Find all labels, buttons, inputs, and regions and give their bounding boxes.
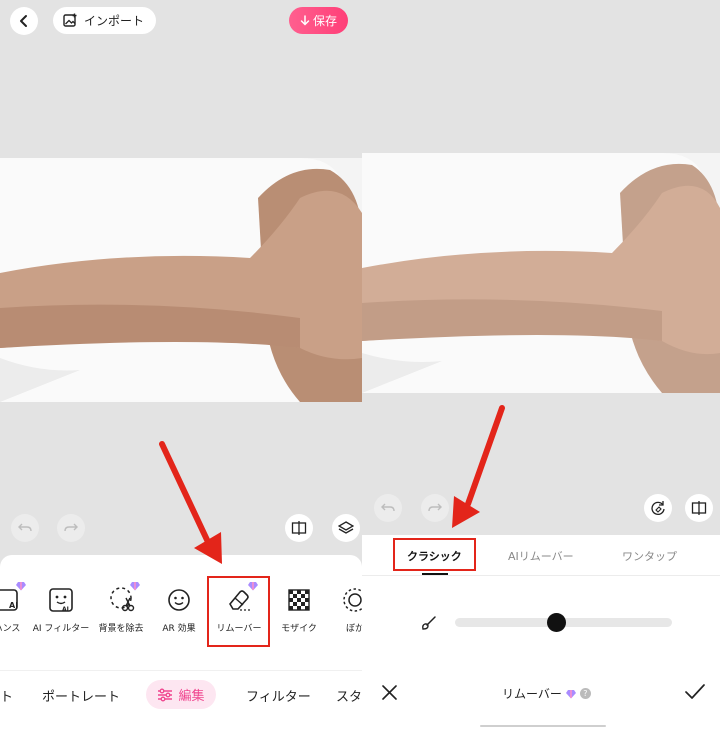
svg-text:AI: AI — [9, 601, 18, 610]
remover-title: リムーバー ? — [502, 685, 591, 702]
premium-gem-icon — [565, 689, 576, 698]
divider — [0, 670, 362, 671]
import-label: インポート — [84, 14, 145, 28]
right-screen: クラシック AIリムーバー ワンタップ リムーバー ? — [362, 0, 720, 729]
redo-button[interactable] — [421, 494, 449, 522]
bottom-nav: ト ポートレート 編集 フィルター スタ — [0, 680, 362, 710]
svg-text:AI: AI — [62, 606, 69, 613]
ai-filter-face-icon: AI — [46, 585, 76, 615]
arm-photo-image — [0, 158, 362, 402]
help-icon[interactable]: ? — [579, 688, 591, 699]
nav-item-prev[interactable]: ト — [0, 686, 13, 705]
tool-ai-filter[interactable]: AI AI フィルター — [32, 585, 90, 634]
compare-icon — [691, 501, 707, 515]
tool-ar-effect[interactable]: AR 効果 — [150, 585, 208, 634]
compare-icon — [291, 521, 307, 535]
layers-button[interactable] — [332, 514, 360, 542]
layers-icon — [338, 520, 354, 534]
sliders-icon — [158, 688, 173, 701]
refresh-eraser-icon — [651, 501, 665, 515]
canvas-photo[interactable] — [362, 153, 720, 393]
brush-icon — [422, 616, 436, 630]
smiley-face-icon — [164, 585, 194, 615]
redo-icon — [64, 523, 78, 532]
tool-label: ぼか — [345, 624, 362, 634]
tool-row: AI ハンス AI AI フィルター 背景を除去 — [0, 582, 362, 675]
import-button[interactable]: インポート — [53, 7, 156, 34]
premium-gem-icon — [16, 582, 26, 591]
classic-highlight-box — [393, 538, 476, 571]
undo-icon — [18, 523, 32, 532]
close-icon[interactable] — [382, 685, 397, 700]
tool-label: ハンス — [0, 624, 21, 634]
image-add-icon — [63, 13, 77, 27]
compare-button[interactable] — [285, 514, 313, 542]
left-screen: インポート 保存 AI ハン — [0, 0, 362, 729]
home-indicator — [480, 725, 606, 727]
remover-title-text: リムーバー — [502, 687, 562, 701]
tool-mosaic[interactable]: モザイク — [270, 585, 328, 634]
redo-button[interactable] — [57, 514, 85, 542]
edit-tools-sheet: AI ハンス AI AI フィルター 背景を除去 — [0, 555, 362, 729]
undo-icon — [381, 503, 395, 512]
tool-label: 背景を除去 — [98, 624, 144, 634]
remover-highlight-box — [207, 576, 270, 647]
auto-detect-button[interactable] — [644, 494, 672, 522]
tool-label: AR 効果 — [162, 624, 196, 634]
red-arrow-pointer — [452, 405, 505, 528]
nav-edit-label: 編集 — [178, 689, 205, 704]
nav-item-filter[interactable]: フィルター — [246, 686, 311, 705]
check-icon[interactable] — [685, 684, 705, 700]
tool-enhance[interactable]: AI ハンス — [0, 582, 36, 634]
ai-enhance-icon: AI — [0, 582, 26, 615]
red-arrow-pointer — [159, 441, 222, 564]
divider — [362, 575, 720, 576]
remover-sheet: クラシック AIリムーバー ワンタップ リムーバー ? — [362, 535, 720, 729]
nav-item-portrait[interactable]: ポートレート — [42, 686, 120, 705]
nav-item-edit[interactable]: 編集 — [146, 680, 216, 709]
canvas-photo[interactable] — [0, 158, 362, 402]
tool-label: モザイク — [281, 624, 317, 634]
nav-item-next[interactable]: スタ — [336, 686, 362, 705]
download-arrow-icon — [300, 15, 310, 26]
tab-one-tap[interactable]: ワンタップ — [622, 548, 677, 564]
back-button[interactable] — [10, 7, 38, 35]
save-label: 保存 — [312, 14, 337, 28]
chevron-left-icon — [20, 15, 27, 27]
tab-ai-remover[interactable]: AIリムーバー — [508, 548, 574, 564]
tool-blur[interactable]: ぼか — [326, 585, 362, 634]
compare-button[interactable] — [685, 494, 713, 522]
arm-photo-image — [362, 153, 720, 393]
redo-icon — [428, 503, 442, 512]
blur-circle-icon — [340, 585, 362, 615]
scissors-cutout-icon — [106, 582, 140, 615]
tool-label: AI フィルター — [32, 624, 90, 634]
undo-button[interactable] — [374, 494, 402, 522]
slider-knob[interactable] — [547, 613, 567, 632]
mosaic-checker-icon — [284, 585, 314, 615]
undo-button[interactable] — [11, 514, 39, 542]
save-button[interactable]: 保存 — [289, 7, 348, 34]
tool-remove-background[interactable]: 背景を除去 — [92, 582, 150, 634]
premium-gem-icon — [130, 582, 140, 591]
